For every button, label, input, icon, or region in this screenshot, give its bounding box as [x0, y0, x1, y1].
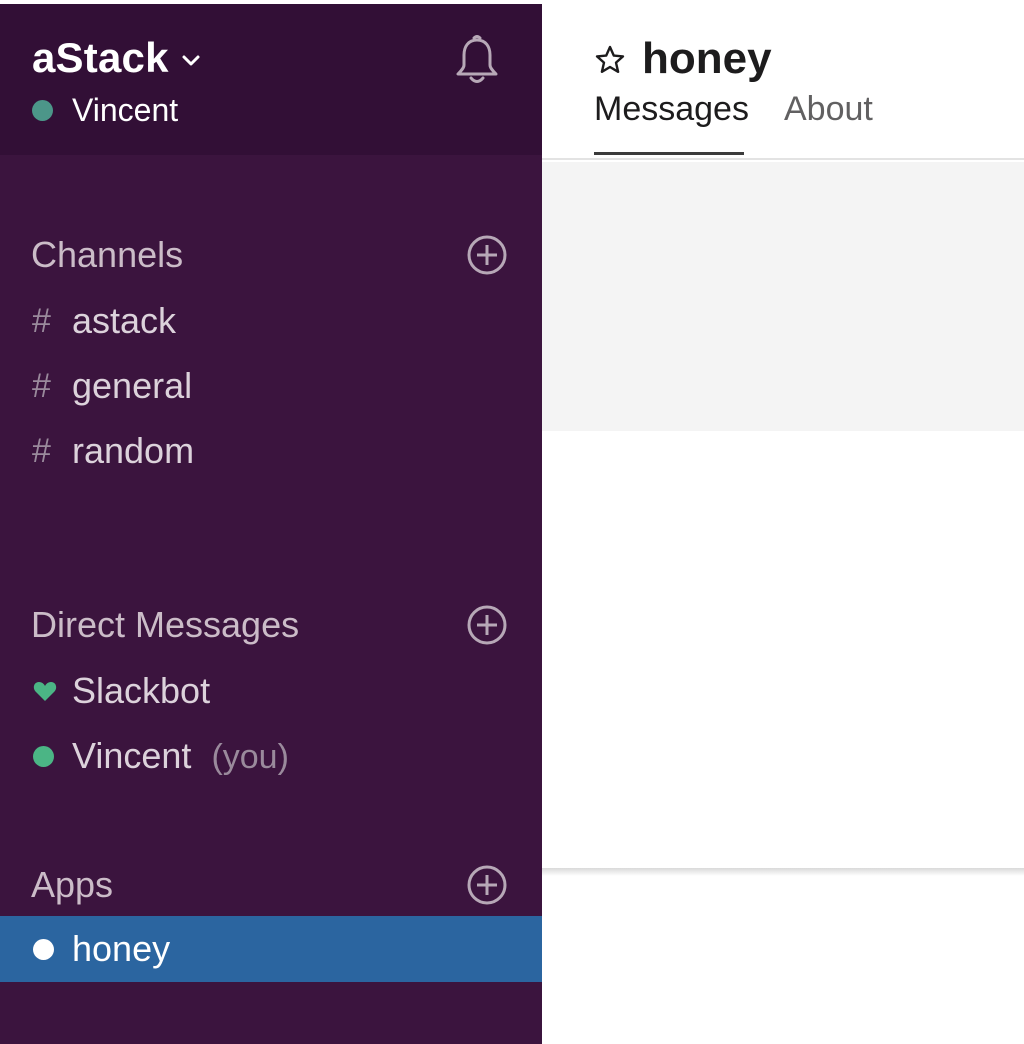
dm-label: Slackbot [72, 670, 211, 711]
sidebar-item-general[interactable]: # general [0, 354, 542, 418]
presence-dot-icon [32, 100, 53, 121]
sidebar-item-astack[interactable]: # astack [0, 289, 542, 353]
add-channel-icon[interactable] [465, 233, 509, 277]
hash-icon: # [32, 366, 51, 405]
channel-label: random [72, 430, 195, 471]
dm-label: Vincent (you) [72, 735, 289, 777]
presence-dot-icon [33, 938, 54, 960]
add-direct-message-icon[interactable] [465, 603, 509, 647]
star-icon[interactable] [594, 44, 626, 76]
channel-label: general [72, 365, 193, 406]
apps-section-title[interactable]: Apps [31, 864, 113, 906]
sidebar-item-random[interactable]: # random [0, 419, 542, 483]
message-area-banner [542, 162, 1024, 431]
sidebar-item-slackbot[interactable]: Slackbot [0, 659, 542, 723]
chevron-down-icon [182, 55, 200, 66]
sidebar-item-vincent[interactable]: Vincent (you) [0, 724, 542, 788]
current-user[interactable]: Vincent [32, 92, 178, 129]
hash-icon: # [32, 431, 51, 470]
you-suffix: (you) [211, 738, 289, 776]
active-tab-indicator [594, 152, 744, 155]
app-label: honey [72, 928, 171, 969]
message-area [542, 431, 1024, 868]
tab-messages[interactable]: Messages [594, 90, 749, 129]
workspace-menu-button[interactable]: aStack [32, 34, 201, 82]
sidebar-item-honey[interactable]: honey [0, 916, 542, 982]
channel-panel: honey Messages About [542, 4, 1024, 1044]
bell-icon[interactable] [452, 34, 502, 86]
workspace-name: aStack [32, 34, 169, 81]
channel-title: honey [642, 34, 772, 83]
channel-header: honey Messages About [542, 4, 1024, 160]
top-border [0, 0, 1024, 4]
tab-about[interactable]: About [784, 90, 873, 129]
direct-messages-section-title[interactable]: Direct Messages [31, 604, 299, 646]
presence-dot-icon [33, 745, 54, 767]
hash-icon: # [32, 301, 51, 340]
channels-section-title[interactable]: Channels [31, 234, 183, 276]
add-app-icon[interactable] [465, 863, 509, 907]
dm-name: Vincent [72, 735, 192, 776]
sidebar-header: aStack Vincent [0, 4, 542, 155]
current-user-name: Vincent [72, 92, 179, 128]
heart-icon [33, 682, 57, 701]
sidebar: aStack Vincent Channels # astack # gener… [0, 4, 542, 1044]
panel-shadow [542, 868, 1024, 876]
channel-label: astack [72, 300, 177, 341]
